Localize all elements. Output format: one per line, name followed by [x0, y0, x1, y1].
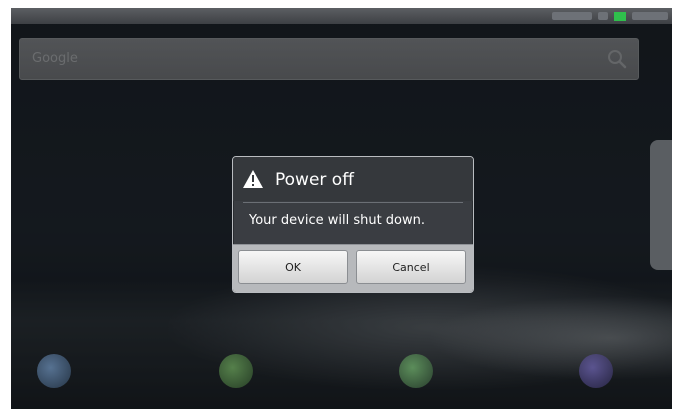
- dialog-button-bar: OK Cancel: [233, 244, 473, 292]
- app-drawer-tab[interactable]: [650, 140, 672, 270]
- status-icons: [552, 10, 668, 22]
- warning-icon: [243, 170, 263, 188]
- gallery-icon[interactable]: [579, 354, 613, 388]
- ok-button[interactable]: OK: [238, 250, 348, 284]
- browser-icon[interactable]: [37, 354, 71, 388]
- power-off-dialog: Power off Your device will shut down. OK…: [232, 156, 474, 293]
- battery-icon: [614, 11, 626, 21]
- signal-icon: [598, 12, 608, 20]
- clock-icon: [632, 12, 668, 20]
- dialog-message: Your device will shut down.: [249, 213, 426, 228]
- notification-icon: [552, 12, 592, 20]
- dialog-header: Power off: [233, 157, 473, 201]
- maps-icon[interactable]: [399, 354, 433, 388]
- market-icon[interactable]: [219, 354, 253, 388]
- status-bar: [11, 8, 672, 24]
- cancel-button[interactable]: Cancel: [356, 250, 466, 284]
- dialog-title: Power off: [275, 170, 354, 190]
- dialog-divider: [243, 202, 463, 203]
